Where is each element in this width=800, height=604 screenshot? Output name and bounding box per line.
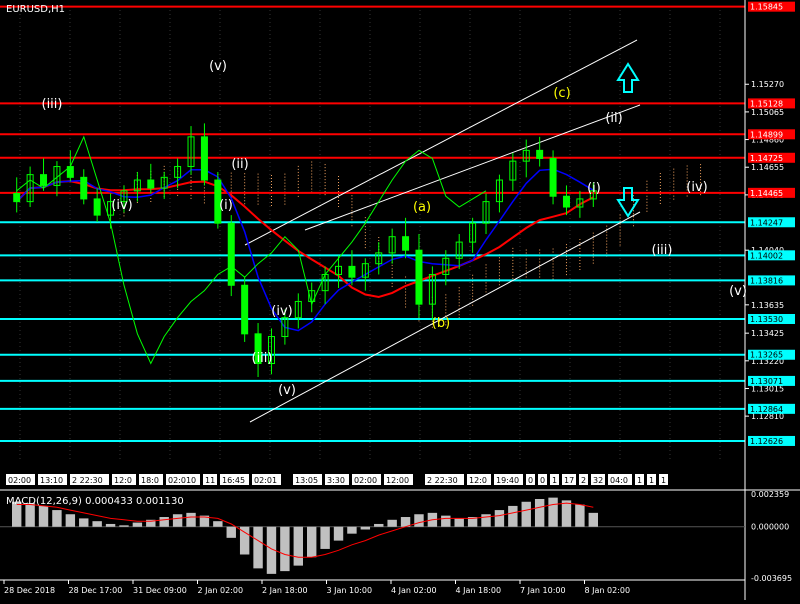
time-marker-label: 02:01 (254, 476, 277, 485)
price-level-label: 1.15845 (750, 3, 783, 12)
wave-label: (b) (432, 316, 450, 331)
wave-label: (v) (209, 59, 227, 74)
time-marker-label: 02:010 (168, 476, 196, 485)
macd-title: MACD(12,26,9) 0.000433 0.001130 (6, 496, 184, 507)
price-level-label: 1.12864 (750, 405, 783, 414)
wave-label: (i) (219, 198, 233, 213)
axis-tick-label: 1.14655 (751, 163, 784, 172)
time-axis-label: 7 Jan 10:00 (520, 586, 566, 595)
time-marker-label: 1 (552, 476, 557, 485)
time-marker-label: 3:30 (327, 476, 345, 485)
time-marker-label: 18:0 (141, 476, 159, 485)
time-marker-label: 1 (649, 476, 654, 485)
candle-body (93, 198, 101, 216)
price-chart[interactable]: (iii) (iv) (v) (ii) (i) (iv) (iii) (v) (a) (b) (c)… (0, 0, 800, 600)
time-axis-label: 3 Jan 10:00 (327, 586, 373, 595)
axis-tick-label: 1.13635 (751, 301, 784, 310)
time-marker-label: 1 (637, 476, 642, 485)
time-axis-label: 28 Dec 17:00 (69, 586, 123, 595)
price-level-label: 1.14725 (750, 154, 783, 163)
candle-body (549, 157, 557, 197)
time-marker-label: 2 22:30 (72, 476, 103, 485)
wave-label: (ii) (605, 111, 622, 126)
wave-label: (i) (587, 181, 601, 196)
price-level-label: 1.14002 (750, 251, 783, 260)
time-marker-label: 2 22:30 (427, 476, 458, 485)
axis-tick-label: 1.15065 (751, 108, 784, 117)
macd-axis-label: 0.002359 (751, 490, 789, 499)
price-level-label: 1.12626 (750, 437, 783, 446)
time-marker-label: 32 (593, 476, 603, 485)
wave-label: (c) (553, 86, 570, 101)
price-level-label: 1.13071 (750, 377, 783, 386)
price-level-label: 1.13530 (750, 315, 783, 324)
candle-body (415, 249, 423, 305)
time-axis-label: 31 Dec 09:00 (133, 586, 187, 595)
time-marker-label: 17 (564, 476, 574, 485)
candle-body (241, 284, 249, 335)
time-marker-label: 02:00 (354, 476, 377, 485)
time-marker-label: 16:45 (222, 476, 245, 485)
wave-label: (v) (729, 284, 747, 299)
wave-label: (a) (413, 200, 431, 215)
time-marker-label: 04:0 (610, 476, 628, 485)
price-level-label: 1.14465 (750, 189, 783, 198)
time-markers: 02:00 13:10 2 22:30 12:0 18:0 02:010 11 16:45 02… (6, 474, 668, 485)
time-marker-label: 0 (540, 476, 545, 485)
price-level-label: 1.15128 (750, 99, 783, 108)
candle-body (40, 174, 48, 186)
time-marker-label: 11 (205, 476, 215, 485)
candle-body (348, 265, 356, 278)
axis-tick-label: 1.13425 (751, 329, 784, 338)
wave-label: (iv) (686, 180, 707, 195)
wave-label: (iii) (652, 243, 673, 258)
wave-label: (v) (278, 383, 296, 398)
chart-window[interactable]: (iii) (iv) (v) (ii) (i) (iv) (iii) (v) (a) (b) (c)… (0, 0, 800, 600)
time-axis-label: 4 Jan 18:00 (456, 586, 502, 595)
candle-body (13, 193, 21, 203)
wave-label: (iii) (42, 97, 63, 112)
macd-axis-label: -0.003695 (751, 574, 792, 583)
time-marker-label: 13:10 (40, 476, 63, 485)
candle-body (147, 179, 155, 189)
price-level-label: 1.13265 (750, 351, 783, 360)
wave-label: (ii) (231, 157, 248, 172)
time-marker-label: 12:00 (386, 476, 409, 485)
candle-body (227, 222, 235, 286)
symbol-title: EURUSD,H1 (6, 4, 66, 15)
wave-label: (iv) (111, 198, 132, 213)
time-axis-label: 4 Jan 02:00 (391, 586, 437, 595)
candle-body (200, 136, 208, 181)
axis-tick-label: 1.15270 (751, 80, 784, 89)
time-marker-label: 12:0 (469, 476, 487, 485)
price-level-label: 1.14899 (750, 130, 783, 139)
time-marker-label: 13:05 (295, 476, 318, 485)
time-axis-label: 2 Jan 18:00 (262, 586, 308, 595)
time-marker-label: 0 (528, 476, 533, 485)
time-axis-label: 28 Dec 2018 (4, 586, 55, 595)
time-marker-label: 1 (661, 476, 666, 485)
time-axis-label: 8 Jan 02:00 (585, 586, 631, 595)
candle-body (80, 176, 88, 200)
price-level-label: 1.13816 (750, 276, 783, 285)
time-marker-label: 12:0 (114, 476, 132, 485)
wave-label: (iv) (271, 304, 292, 319)
candle-body (562, 195, 570, 208)
macd-axis-label: 0.000000 (751, 523, 789, 532)
candle-body (402, 236, 410, 251)
candle-body (536, 149, 544, 159)
time-axis-label: 2 Jan 02:00 (198, 586, 244, 595)
price-level-label: 1.14247 (750, 218, 783, 227)
time-marker-label: 02:00 (8, 476, 31, 485)
wave-label: (iii) (252, 351, 273, 366)
candle-body (66, 166, 74, 178)
time-marker-label: 2 (581, 476, 586, 485)
time-marker-label: 19:40 (496, 476, 519, 485)
